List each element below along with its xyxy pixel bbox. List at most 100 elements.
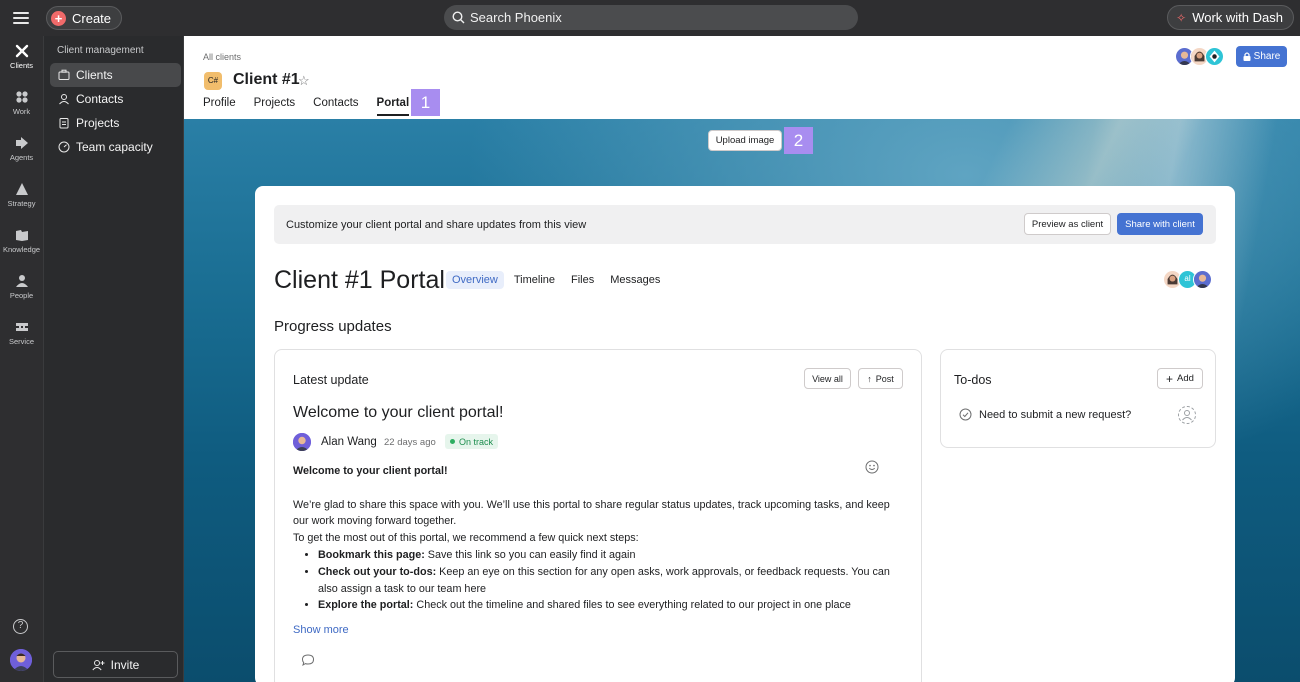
rail-label: Knowledge (2, 245, 41, 254)
portal-member-avatars[interactable]: al (1163, 270, 1212, 289)
sidebar-item-clients[interactable]: Clients (50, 63, 181, 87)
agents-icon (15, 137, 28, 149)
update-headline: Welcome to your client portal! (293, 404, 504, 421)
tab-projects[interactable]: Projects (254, 97, 296, 116)
help-icon[interactable]: ? (13, 619, 28, 634)
share-label: Share (1253, 51, 1281, 62)
tab-messages[interactable]: Messages (604, 271, 666, 289)
tab-files[interactable]: Files (565, 271, 600, 289)
sidebar-item-team-capacity[interactable]: Team capacity (50, 135, 181, 159)
rail-label: Work (12, 107, 31, 116)
briefcase-icon (58, 69, 70, 80)
sidebar: Client management Clients Contacts Proje… (43, 36, 184, 682)
main-content: All clients C# Client #1 ☆ Profile Proje… (184, 36, 1300, 682)
search-input[interactable]: Search Phoenix (444, 5, 858, 30)
rail-item-service[interactable]: Service (0, 320, 43, 346)
rail-item-clients[interactable]: Clients (0, 44, 43, 70)
menu-icon[interactable] (13, 9, 29, 27)
share-with-client-button[interactable]: Share with client (1117, 213, 1203, 235)
rail-item-work[interactable]: Work (0, 90, 43, 116)
client-tabs: Profile Projects Contacts Portal (203, 97, 427, 116)
todo-item[interactable]: Need to submit a new request? (959, 408, 1131, 421)
upload-image-button[interactable]: Upload image (708, 130, 782, 151)
post-button[interactable]: ↑ Post (858, 368, 903, 389)
portal-card: Customize your client portal and share u… (255, 186, 1235, 682)
plus-icon: + (1166, 371, 1174, 386)
avatar[interactable] (10, 649, 32, 671)
page-title: Client #1 (233, 71, 300, 88)
star-icon[interactable]: ☆ (298, 73, 310, 89)
search-placeholder: Search Phoenix (470, 10, 562, 25)
check-circle-icon[interactable] (959, 408, 972, 421)
view-all-button[interactable]: View all (804, 368, 851, 389)
show-more-link[interactable]: Show more (293, 624, 349, 636)
left-rail: Clients Work Agents Strategy Knowledge P… (0, 36, 43, 682)
add-person-icon (92, 659, 105, 670)
tab-profile[interactable]: Profile (203, 97, 236, 116)
add-label: Add (1177, 373, 1194, 384)
clients-icon (15, 44, 28, 58)
dash-label: Work with Dash (1192, 10, 1283, 25)
tab-contacts[interactable]: Contacts (313, 97, 358, 116)
user-avatar-icon (10, 649, 32, 671)
assignee-icon[interactable] (1178, 406, 1196, 424)
rail-item-knowledge[interactable]: Knowledge (0, 228, 43, 254)
invite-button[interactable]: Invite (53, 651, 178, 678)
todo-label: Need to submit a new request? (979, 408, 1132, 421)
todos-title: To-dos (954, 373, 992, 387)
notice-text: Customize your client portal and share u… (286, 219, 587, 231)
latest-update-label: Latest update (293, 373, 369, 387)
rail-item-agents[interactable]: Agents (0, 136, 43, 162)
arrow-up-icon: ↑ (867, 373, 872, 384)
sidebar-item-contacts[interactable]: Contacts (50, 87, 181, 111)
preview-as-client-button[interactable]: Preview as client (1024, 213, 1111, 235)
sidebar-item-label: Team capacity (76, 140, 153, 154)
section-title: Progress updates (274, 318, 392, 335)
tab-overview[interactable]: Overview (446, 271, 504, 289)
service-icon (15, 323, 28, 331)
sidebar-item-projects[interactable]: Projects (50, 111, 181, 135)
comment-icon[interactable] (301, 653, 315, 667)
strategy-icon (15, 183, 28, 195)
status-dot-icon (450, 439, 455, 444)
status-label: On track (459, 436, 494, 447)
rail-label: People (9, 291, 34, 300)
rail-label: Strategy (7, 199, 36, 208)
tab-portal[interactable]: Portal (376, 97, 410, 116)
person-placeholder-icon (1182, 410, 1192, 421)
create-button[interactable]: + Create (46, 6, 123, 30)
list-item: Bookmark this page: Save this link so yo… (318, 547, 893, 564)
tab-timeline[interactable]: Timeline (508, 271, 561, 289)
update-body-title: Welcome to your client portal! (293, 465, 448, 477)
gauge-icon (58, 141, 70, 153)
member-avatars[interactable] (1175, 47, 1224, 66)
rail-label: Service (8, 337, 34, 346)
avatar (1193, 270, 1212, 289)
update-paragraph: To get the most out of this portal, we r… (293, 532, 639, 545)
author-name[interactable]: Alan Wang (321, 436, 377, 448)
portal-notice: Customize your client portal and share u… (274, 205, 1216, 244)
client-badge: C# (204, 72, 222, 90)
share-button[interactable]: Share (1236, 46, 1287, 67)
work-with-dash-button[interactable]: ✧ Work with Dash (1167, 5, 1294, 30)
knowledge-icon (15, 230, 28, 241)
list-item: Check out your to-dos: Keep an eye on th… (318, 564, 893, 598)
rail-label: Clients (10, 61, 33, 70)
annotation-marker-1: 1 (411, 89, 440, 116)
rail-item-people[interactable]: People (0, 274, 43, 300)
annotation-marker-2: 2 (784, 127, 813, 154)
lock-icon (1243, 52, 1251, 61)
post-label: Post (875, 373, 894, 384)
next-steps-list: Bookmark this page: Save this link so yo… (318, 547, 893, 614)
invite-label: Invite (110, 657, 140, 672)
page-header: All clients C# Client #1 ☆ Profile Proje… (184, 36, 1300, 119)
people-icon (15, 275, 28, 287)
search-icon (452, 11, 465, 24)
add-todo-button[interactable]: + Add (1157, 368, 1203, 389)
rail-item-strategy[interactable]: Strategy (0, 182, 43, 208)
latest-update-card: Latest update View all ↑ Post Welcome to… (274, 349, 922, 682)
update-paragraph: We’re glad to share this space with you.… (293, 498, 890, 528)
create-label: Create (72, 10, 112, 26)
breadcrumb[interactable]: All clients (203, 52, 241, 62)
sparkle-icon: ✧ (1176, 10, 1187, 25)
